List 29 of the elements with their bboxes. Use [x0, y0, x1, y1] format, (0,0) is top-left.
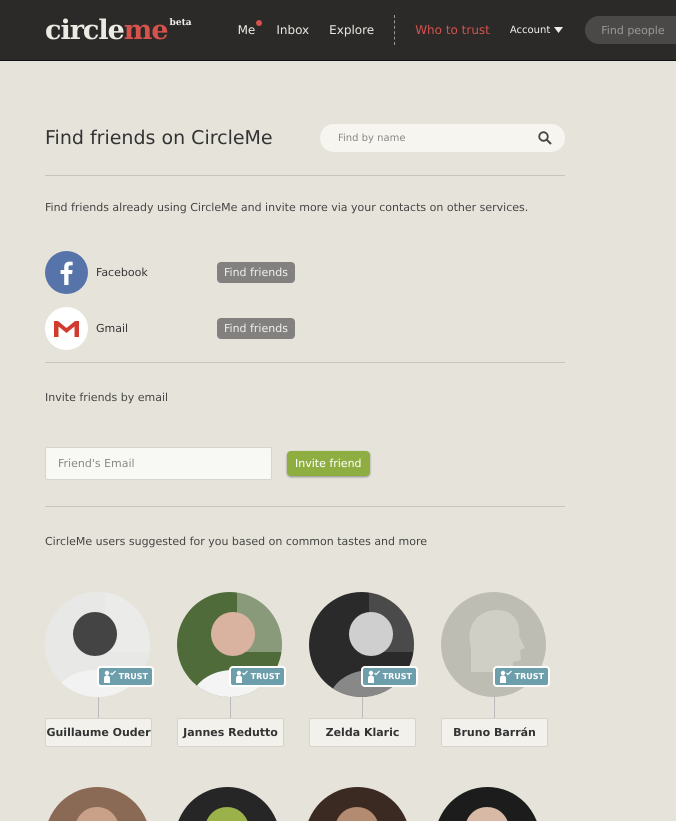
person-check-icon: [498, 670, 512, 683]
facebook-icon: [45, 251, 88, 294]
section-label: CircleMe users suggested for you based on common tastes and more: [45, 535, 428, 548]
person-check-icon: [234, 670, 248, 683]
person-check-icon: [102, 670, 116, 683]
nav-link[interactable]: Me: [238, 23, 256, 37]
logo-text[interactable]: me: [124, 14, 168, 46]
nav-link[interactable]: Who to trust: [415, 23, 490, 37]
search-icon[interactable]: [538, 131, 552, 145]
email-field[interactable]: Friend's Email: [45, 447, 272, 480]
user-name[interactable]: Jannes Redutto: [177, 718, 284, 747]
account-menu[interactable]: Account: [510, 24, 564, 36]
gmail-icon: [45, 307, 88, 350]
caret-icon: [554, 27, 564, 33]
section-label: Invite friends by email: [45, 391, 170, 404]
user-name[interactable]: Bruno Barrán: [441, 718, 548, 747]
service-name: Gmail: [96, 322, 130, 335]
nav-link[interactable]: Inbox: [276, 23, 310, 37]
service-name: Facebook: [96, 266, 149, 279]
search-field[interactable]: Find by name: [320, 124, 565, 152]
user-name[interactable]: Zelda Klaric: [309, 718, 416, 747]
person-check-icon: [366, 670, 380, 683]
user-name[interactable]: Guillaume Ouder: [45, 718, 152, 747]
intro-text: Find friends already using CircleMe and invite more via your contacts on other services.: [45, 201, 530, 214]
search-field[interactable]: Find people: [585, 16, 676, 44]
logo-text[interactable]: circle: [45, 14, 124, 46]
beta-label: beta: [170, 18, 192, 28]
nav-link[interactable]: Explore: [329, 23, 374, 37]
page-title: Find friends on CircleMe: [45, 127, 273, 149]
